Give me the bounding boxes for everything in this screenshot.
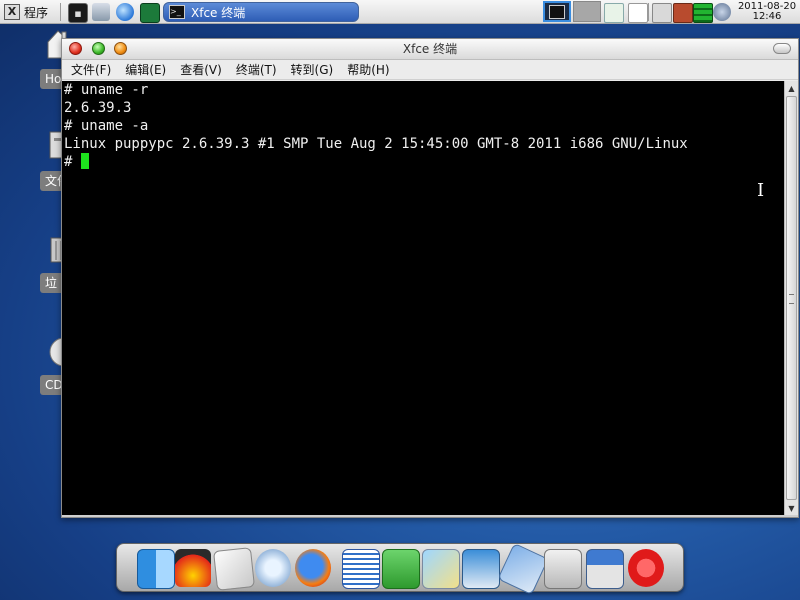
- keyboard-tray-icon[interactable]: [652, 3, 672, 23]
- window-titlebar[interactable]: Xfce 终端: [62, 39, 798, 60]
- clock-time: 12:46: [752, 11, 782, 22]
- refresh-tray-icon[interactable]: [604, 3, 624, 23]
- terminal-line: Linux puppypc 2.6.39.3 #1 SMP Tue Aug 2 …: [64, 136, 688, 152]
- menu-file[interactable]: 文件(F): [64, 60, 118, 80]
- taskbar-button-label: Xfce 终端: [191, 5, 246, 20]
- applications-menu-label: 程序: [24, 5, 49, 20]
- vertical-scrollbar[interactable]: ▲ ▼: [784, 81, 798, 515]
- menu-edit[interactable]: 编辑(E): [118, 60, 173, 80]
- browser-launcher-icon[interactable]: [116, 3, 134, 21]
- menu-terminal[interactable]: 终端(T): [229, 60, 284, 80]
- panel-clock[interactable]: 2011-08-20 12:46: [737, 0, 797, 24]
- scroll-down-arrow-icon[interactable]: ▼: [785, 501, 798, 515]
- terminal-line: 2.6.39.3: [64, 100, 132, 116]
- photo-icon[interactable]: [462, 549, 500, 589]
- terminal-window-icon: >_: [169, 5, 185, 19]
- music-icon[interactable]: [255, 549, 291, 587]
- settings-launcher-icon[interactable]: [92, 3, 110, 21]
- minimize-button[interactable]: [114, 42, 127, 55]
- terminal-prompt: #: [64, 154, 81, 170]
- top-panel: X 程序 ▪ >_ Xfce 终端 2011-08-20 12:46: [0, 0, 800, 24]
- terminal-output-area[interactable]: # uname -r 2.6.39.3 # uname -a Linux pup…: [62, 81, 784, 515]
- workspace-pager-1[interactable]: [543, 1, 571, 22]
- power-icon[interactable]: [628, 549, 664, 587]
- application-dock: [116, 542, 684, 596]
- terminal-lines: # uname -r 2.6.39.3 # uname -a Linux pup…: [64, 81, 688, 171]
- window-title: Xfce 终端: [402, 42, 458, 56]
- firefox-icon[interactable]: [295, 549, 331, 587]
- scrollbar-thumb[interactable]: [786, 96, 797, 500]
- menu-bar: 文件(F) 编辑(E) 查看(V) 终端(T) 转到(G) 帮助(H): [62, 60, 798, 80]
- terminal-line: # uname -r: [64, 82, 149, 98]
- terminal-prompt-line: #: [64, 153, 688, 171]
- text-cursor-icon: I: [757, 180, 765, 201]
- window-bottom-border: [62, 515, 798, 517]
- spreadsheet-icon[interactable]: [382, 549, 420, 589]
- writer-icon[interactable]: [213, 547, 255, 591]
- blank-tray-icon[interactable]: [628, 3, 648, 23]
- scrollbar-grip-icon: [789, 294, 794, 304]
- panel-separator: [648, 3, 649, 21]
- finder-icon[interactable]: [137, 549, 175, 589]
- battery-tray-icon[interactable]: [693, 3, 713, 23]
- menu-help[interactable]: 帮助(H): [340, 60, 396, 80]
- usb-icon[interactable]: [497, 542, 549, 596]
- pager-terminal-icon: [549, 5, 565, 19]
- scroll-up-arrow-icon[interactable]: ▲: [785, 81, 798, 95]
- network-tray-icon[interactable]: [713, 3, 731, 21]
- docs-icon[interactable]: [342, 549, 380, 589]
- terminal-cursor: [80, 153, 89, 169]
- shade-button[interactable]: [773, 43, 791, 54]
- menu-view[interactable]: 查看(V): [173, 60, 229, 80]
- xfce-logo-icon: X: [4, 4, 20, 20]
- workspace-pager-2[interactable]: [573, 1, 601, 22]
- install-icon[interactable]: [586, 549, 624, 589]
- settings-icon[interactable]: [544, 549, 582, 589]
- shell-icon[interactable]: [175, 549, 211, 587]
- menu-go[interactable]: 转到(G): [284, 60, 341, 80]
- network-launcher-icon[interactable]: [140, 3, 160, 23]
- update-tray-icon[interactable]: [673, 3, 693, 23]
- maximize-button[interactable]: [92, 42, 105, 55]
- panel-separator: [60, 3, 61, 21]
- taskbar-button-terminal[interactable]: >_ Xfce 终端: [163, 2, 359, 22]
- applications-menu-button[interactable]: X 程序: [4, 0, 48, 24]
- close-button[interactable]: [69, 42, 82, 55]
- terminal-launcher-icon[interactable]: ▪: [68, 3, 88, 23]
- terminal-line: # uname -a: [64, 118, 149, 134]
- terminal-window: Xfce 终端 文件(F) 编辑(E) 查看(V) 终端(T) 转到(G) 帮助…: [61, 38, 799, 518]
- paint-icon[interactable]: [422, 549, 460, 589]
